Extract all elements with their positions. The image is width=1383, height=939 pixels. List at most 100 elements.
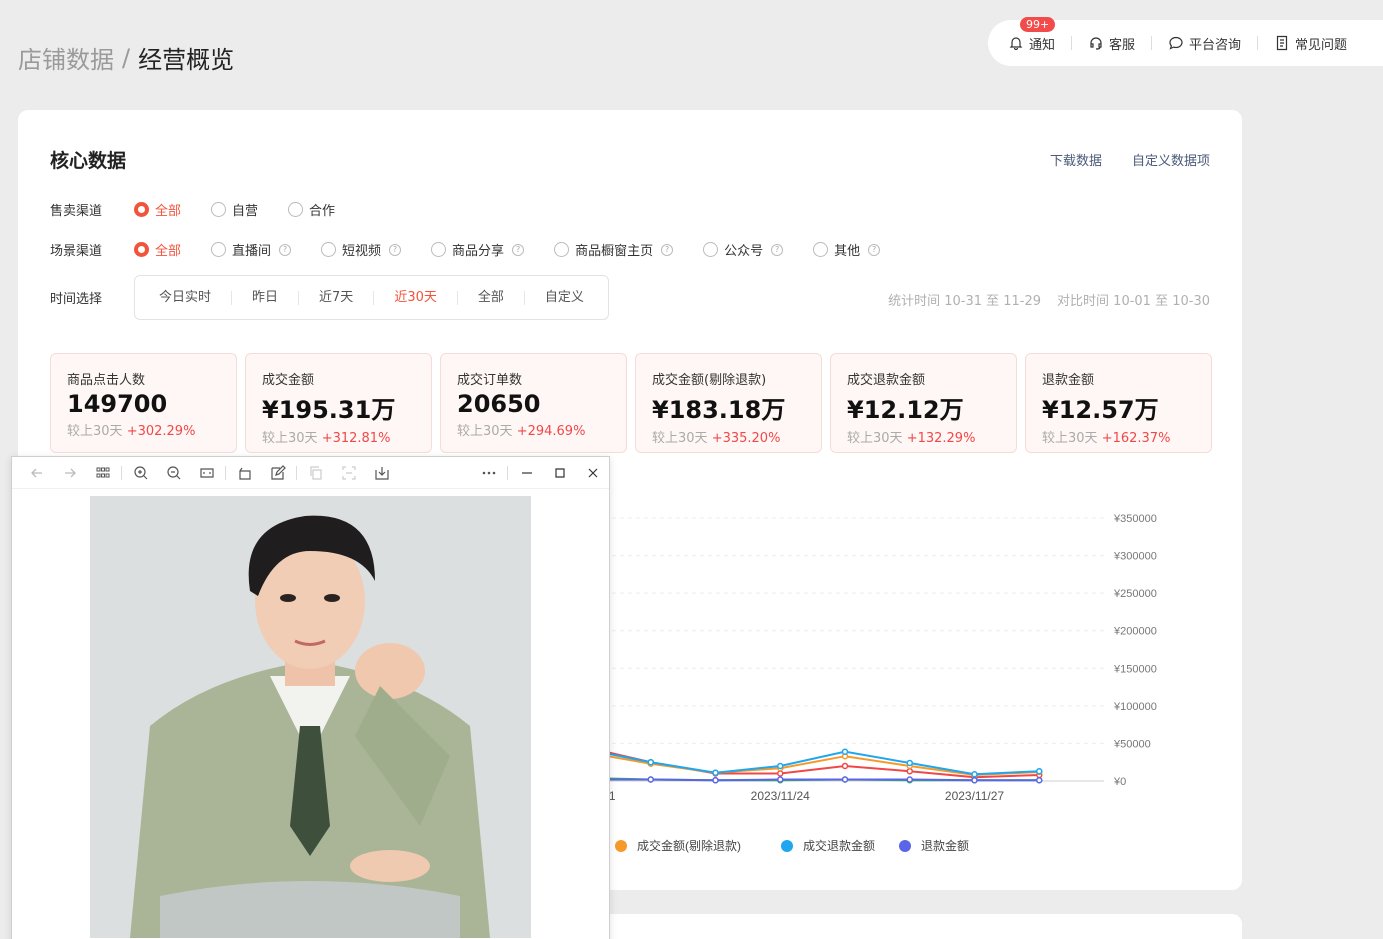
radio-sale-self[interactable]: 自营 xyxy=(211,200,258,219)
edit-button[interactable] xyxy=(261,458,294,488)
y-tick-label: ¥200000 xyxy=(1113,626,1157,638)
metric-compare: 较上30天 +302.29% xyxy=(67,420,220,439)
maximize-button[interactable] xyxy=(543,458,576,488)
metric-label: 成交退款金额 xyxy=(847,373,926,388)
legend-marker[interactable] xyxy=(615,840,627,852)
grid-button[interactable] xyxy=(86,458,119,488)
metric-compare: 较上30天 +162.37% xyxy=(1042,427,1195,446)
help-icon[interactable]: ? xyxy=(771,243,784,256)
series-point[interactable] xyxy=(1036,776,1043,784)
copy-icon xyxy=(309,465,322,480)
legend-marker[interactable] xyxy=(781,840,793,852)
time-option-all[interactable]: 全部 xyxy=(458,290,525,305)
metric-card[interactable]: 成交金额(剔除退款) ¥183.18万 较上30天 +335.20% xyxy=(635,353,822,453)
metric-card[interactable]: 商品点击人数 149700 较上30天 +302.29% xyxy=(50,353,237,453)
y-tick-label: ¥150000 xyxy=(1113,663,1157,675)
breadcrumb-parent[interactable]: 店铺数据 xyxy=(18,40,114,75)
radio-scene-showcase[interactable]: 商品橱窗主页? xyxy=(554,240,674,259)
series-point[interactable] xyxy=(777,762,784,770)
notify-button[interactable]: 通知 99+ xyxy=(1008,16,1071,53)
zoom-in-button[interactable] xyxy=(124,458,157,488)
zoom-out-button[interactable] xyxy=(157,458,190,488)
series-point[interactable] xyxy=(647,776,654,783)
metric-delta: +302.29% xyxy=(126,424,196,439)
headset-icon xyxy=(1090,37,1102,50)
radio-sale-partner[interactable]: 合作 xyxy=(288,200,335,219)
series-point[interactable] xyxy=(906,759,913,767)
series-point[interactable] xyxy=(971,776,978,784)
legend-marker[interactable] xyxy=(899,840,911,852)
x-tick-label: 2023/11/27 xyxy=(945,789,1004,803)
series-point[interactable] xyxy=(971,770,978,778)
series-point[interactable] xyxy=(647,758,654,766)
copy-button[interactable] xyxy=(299,458,332,488)
legend-label[interactable]: 退款金额 xyxy=(921,838,969,853)
help-icon[interactable]: ? xyxy=(868,243,881,256)
radio-sale-all[interactable]: 全部 xyxy=(134,200,181,219)
metric-value: 149700 xyxy=(67,390,168,418)
radio-scene-other[interactable]: 其他? xyxy=(813,240,881,259)
series-point[interactable] xyxy=(712,776,719,784)
time-option-today[interactable]: 今日实时 xyxy=(139,290,233,305)
download-data-link[interactable]: 下载数据 xyxy=(1050,150,1102,169)
metric-card[interactable]: 成交退款金额 ¥12.12万 较上30天 +132.29% xyxy=(830,353,1017,453)
forward-button[interactable] xyxy=(53,458,86,488)
metric-card[interactable]: 成交订单数 20650 较上30天 +294.69% xyxy=(440,353,627,453)
faq-button[interactable]: 常见问题 xyxy=(1258,34,1363,53)
radio-scene-official[interactable]: 公众号? xyxy=(703,240,784,259)
metric-compare: 较上30天 +132.29% xyxy=(847,427,1000,446)
rotate-button[interactable] xyxy=(228,458,261,488)
radio-scene-shortvideo[interactable]: 短视频? xyxy=(321,240,402,259)
custom-fields-link[interactable]: 自定义数据项 xyxy=(1132,150,1210,169)
series-point[interactable] xyxy=(841,776,849,783)
radio-scene-all[interactable]: 全部 xyxy=(134,240,181,259)
minimize-button[interactable] xyxy=(510,458,543,488)
service-button[interactable]: 客服 xyxy=(1072,34,1151,53)
radio-label: 自营 xyxy=(232,204,259,219)
help-icon[interactable]: ? xyxy=(512,243,525,256)
metric-card[interactable]: 成交金额 ¥195.31万 较上30天 +312.81% xyxy=(245,353,432,453)
radio-dot xyxy=(134,202,149,217)
y-tick-label: ¥350000 xyxy=(1113,513,1157,525)
scan-button[interactable] xyxy=(332,458,365,488)
metric-delta: +335.20% xyxy=(711,431,781,446)
metric-compare-label: 较上30天 xyxy=(847,431,903,446)
y-tick-label: ¥50000 xyxy=(1113,738,1151,750)
scene-channel-label: 场景渠道 xyxy=(50,244,103,259)
time-option-custom[interactable]: 自定义 xyxy=(525,290,604,305)
time-option-7d[interactable]: 近7天 xyxy=(299,290,375,305)
download-icon xyxy=(374,466,389,480)
series-point[interactable] xyxy=(777,770,784,777)
radio-dot xyxy=(211,242,227,257)
faq-label: 常见问题 xyxy=(1295,37,1348,53)
legend-label[interactable]: 成交退款金额 xyxy=(803,838,875,853)
radio-scene-share[interactable]: 商品分享? xyxy=(431,240,525,259)
help-icon[interactable]: ? xyxy=(661,243,674,256)
time-option-yesterday[interactable]: 昨日 xyxy=(232,290,300,305)
series-point[interactable] xyxy=(712,769,719,776)
series-point[interactable] xyxy=(906,767,913,775)
more-button[interactable] xyxy=(472,458,505,488)
download-button[interactable] xyxy=(365,458,398,488)
series-point[interactable] xyxy=(841,762,849,770)
fit-button[interactable] xyxy=(190,458,223,488)
metric-card[interactable]: 退款金额 ¥12.57万 较上30天 +162.37% xyxy=(1025,353,1212,453)
time-option-30d[interactable]: 近30天 xyxy=(374,290,458,305)
series-point[interactable] xyxy=(777,776,784,783)
series-point[interactable] xyxy=(906,776,913,783)
help-icon[interactable]: ? xyxy=(389,243,402,256)
series-point[interactable] xyxy=(841,748,849,755)
legend-label[interactable]: 成交金额(剔除退款) xyxy=(637,838,741,853)
service-label: 客服 xyxy=(1109,37,1136,53)
series-point[interactable] xyxy=(1036,767,1043,775)
radio-dot xyxy=(134,242,149,257)
radio-scene-live[interactable]: 直播间? xyxy=(211,240,292,259)
consult-button[interactable]: 平台咨询 xyxy=(1152,34,1257,53)
back-button[interactable] xyxy=(20,458,53,488)
bell-icon xyxy=(1009,37,1023,51)
top-action-bar: 通知 99+ 客服 平台咨询 常见问题 xyxy=(988,16,1383,66)
help-icon[interactable]: ? xyxy=(279,243,292,256)
radio-label: 短视频 xyxy=(342,244,382,259)
close-button[interactable] xyxy=(576,458,609,488)
grid-icon xyxy=(96,467,109,477)
